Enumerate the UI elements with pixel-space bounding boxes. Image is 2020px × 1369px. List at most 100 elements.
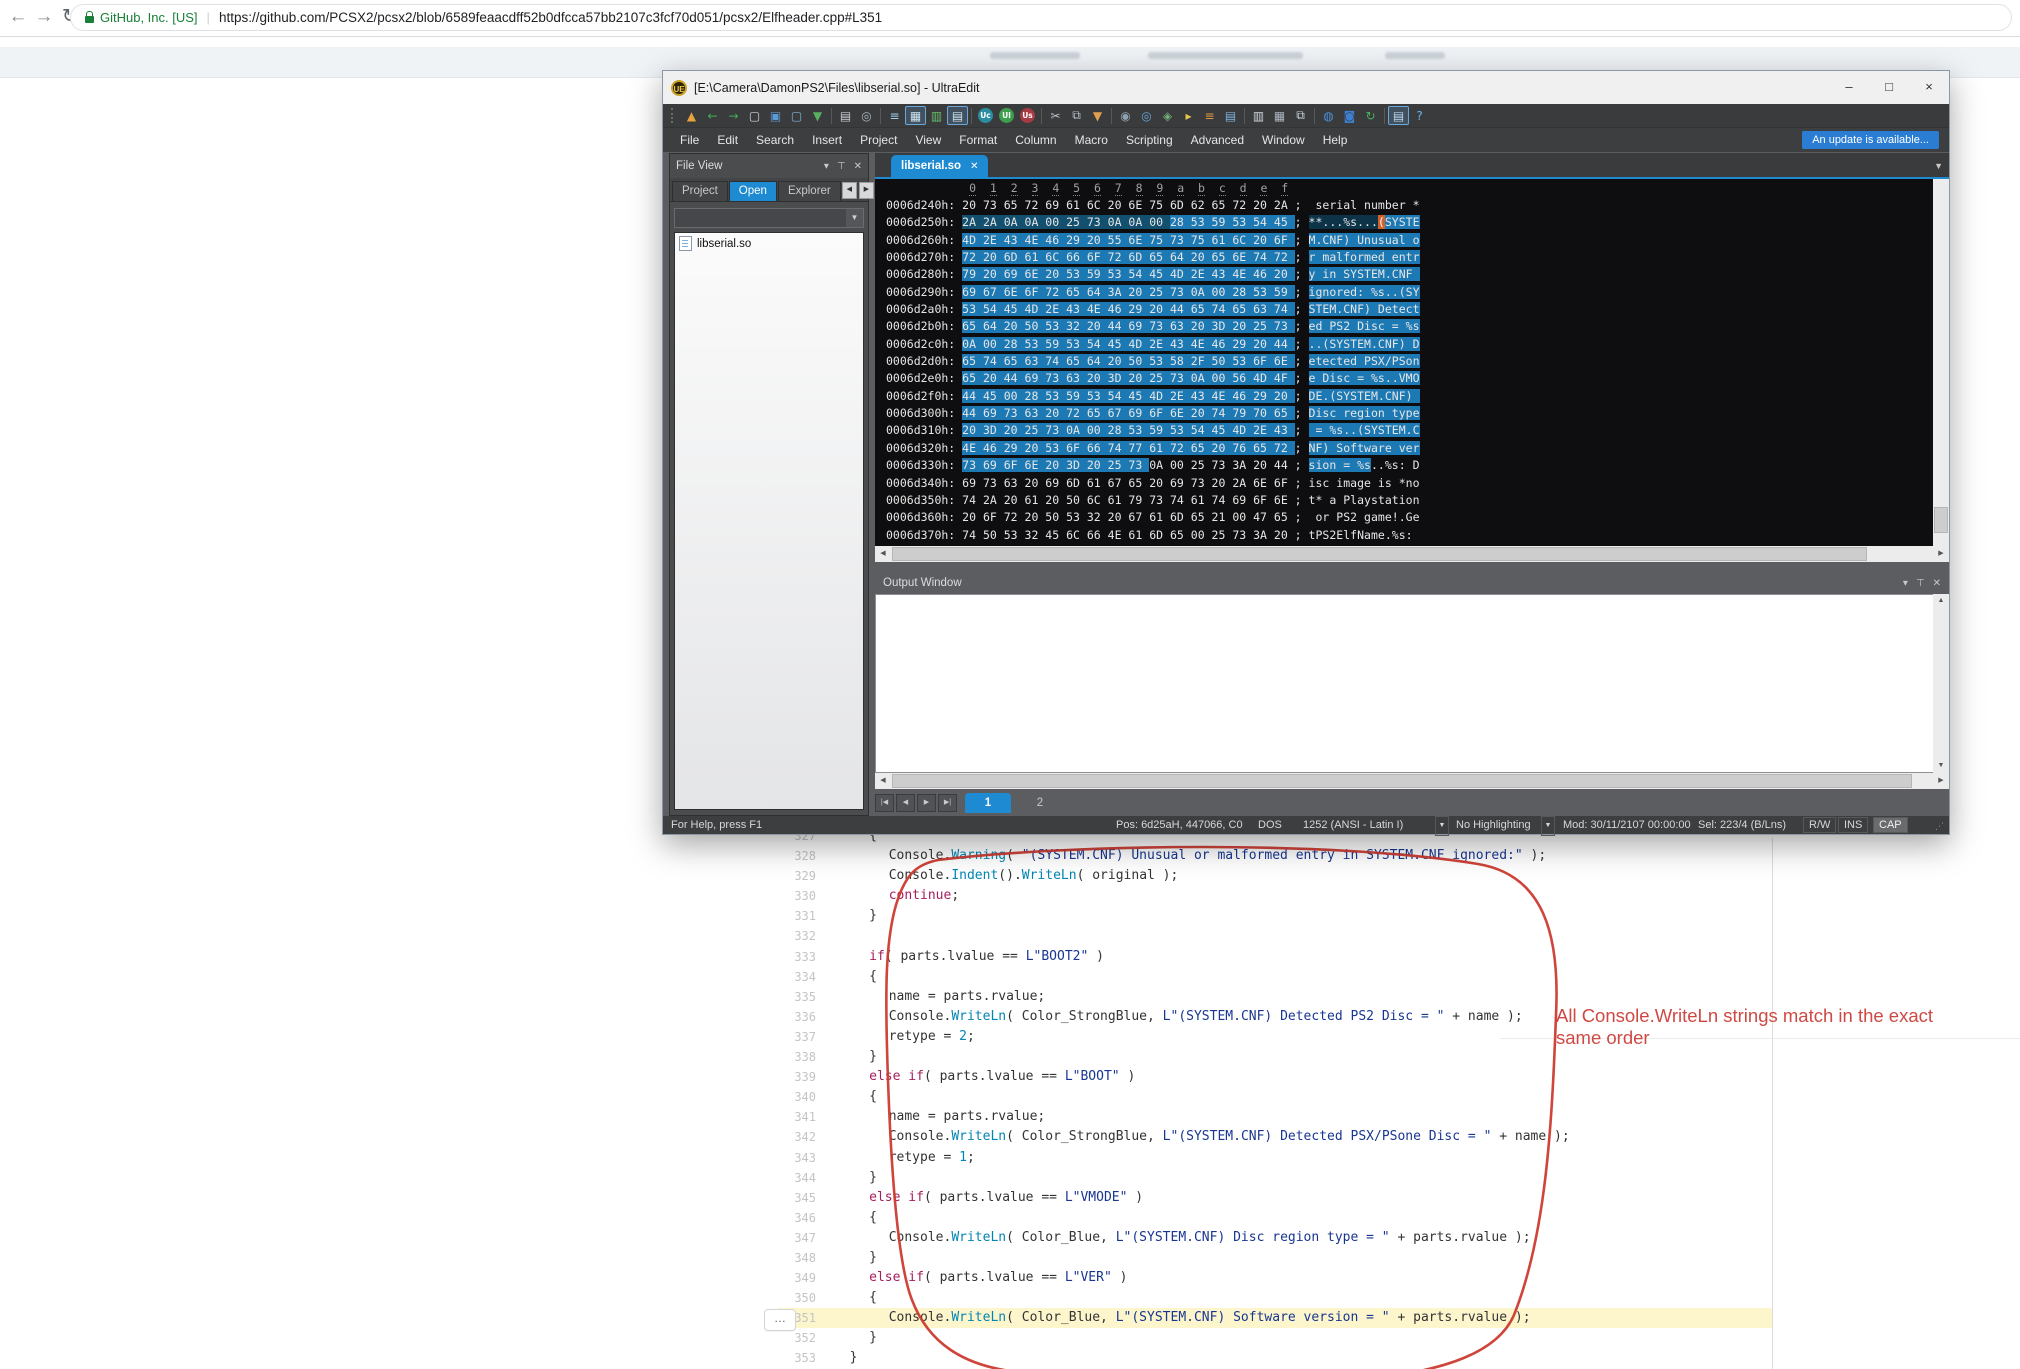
- hex-row[interactable]: 0006d2d0h: 65 74 65 63 74 65 64 20 50 53…: [886, 353, 1420, 370]
- line-number[interactable]: 342: [756, 1127, 816, 1147]
- page-nav-button[interactable]: ◀: [896, 794, 915, 812]
- status-encoding[interactable]: 1252 (ANSI - Latin I): [1303, 816, 1403, 834]
- replace-icon[interactable]: ◎: [1136, 106, 1157, 125]
- hex-row[interactable]: 0006d2a0h: 53 54 45 4D 2E 43 4E 46 29 20…: [886, 301, 1420, 318]
- address-bar[interactable]: GitHub, Inc. [US] | https://github.com/P…: [70, 4, 2012, 31]
- output-window-header[interactable]: Output Window ▾ ⊤ ✕: [875, 572, 1949, 594]
- hex-row[interactable]: 0006d340h: 69 73 63 20 69 6D 61 67 65 20…: [886, 475, 1420, 492]
- hex-row[interactable]: 0006d270h: 72 20 6D 61 6C 66 6F 72 6D 65…: [886, 249, 1420, 266]
- maximize-button[interactable]: □: [1869, 74, 1909, 101]
- minimize-button[interactable]: –: [1829, 74, 1869, 101]
- line-number[interactable]: 350: [756, 1288, 816, 1308]
- chevron-down-icon[interactable]: ▼: [846, 209, 863, 227]
- tab-libserial[interactable]: libserial.so ✕: [891, 155, 988, 177]
- lowercase-icon[interactable]: Ul: [996, 106, 1017, 125]
- close-panel-icon[interactable]: ✕: [854, 161, 862, 172]
- url-text[interactable]: https://github.com/PCSX2/pcsx2/blob/6589…: [219, 10, 882, 25]
- bookmark-icon[interactable]: ▸: [1178, 106, 1199, 125]
- resize-grip[interactable]: ⋰: [1935, 820, 1947, 832]
- tab-list-chevron-icon[interactable]: ▼: [1934, 161, 1943, 171]
- browser-back-icon[interactable]: ←: [6, 4, 30, 30]
- copy-icon[interactable]: ⧉: [1066, 106, 1087, 125]
- menu-macro[interactable]: Macro: [1066, 129, 1117, 151]
- line-number[interactable]: 328: [756, 846, 816, 866]
- pin-icon[interactable]: ⊤: [837, 161, 846, 172]
- find-icon[interactable]: ◉: [1115, 106, 1136, 125]
- hex-row[interactable]: 0006d370h: 74 50 53 32 45 6C 66 4E 61 6D…: [886, 527, 1420, 544]
- hex-row[interactable]: 0006d330h: 73 69 6F 6E 20 3D 20 25 73 0A…: [886, 457, 1420, 474]
- scroll-up-icon[interactable]: ▲: [1933, 594, 1949, 608]
- line-number[interactable]: 329: [756, 866, 816, 886]
- tab-scroll-left-icon[interactable]: ◀: [842, 182, 857, 199]
- scroll-right-icon[interactable]: ▶: [1933, 547, 1949, 561]
- fileview-tab-explorer[interactable]: Explorer: [778, 181, 841, 201]
- page-nav-button[interactable]: |◀: [875, 794, 894, 812]
- scroll-down-icon[interactable]: ▼: [1933, 759, 1949, 773]
- new-template-icon[interactable]: ▢: [786, 106, 807, 125]
- save-icon[interactable]: ▼: [807, 106, 828, 125]
- close-button[interactable]: ×: [1909, 74, 1949, 101]
- line-numbers-icon[interactable]: ▤: [947, 106, 968, 125]
- new-file-icon[interactable]: ▢: [744, 106, 765, 125]
- scroll-left-icon[interactable]: ◀: [875, 774, 891, 788]
- line-number[interactable]: 343: [756, 1148, 816, 1168]
- menu-format[interactable]: Format: [950, 129, 1006, 151]
- hex-row[interactable]: 0006d310h: 20 3D 20 25 73 0A 00 28 53 59…: [886, 422, 1420, 439]
- hex-row[interactable]: 0006d300h: 44 69 73 63 20 72 65 67 69 6F…: [886, 405, 1420, 422]
- menu-search[interactable]: Search: [747, 129, 803, 151]
- scrollbar-thumb[interactable]: [1934, 507, 1948, 533]
- hex-row[interactable]: 0006d2e0h: 65 20 44 69 73 63 20 3D 20 25…: [886, 370, 1420, 387]
- file-item[interactable]: libserial.so: [675, 233, 863, 254]
- encoding-chevron-icon[interactable]: ▼: [1435, 816, 1449, 836]
- page-nav-button[interactable]: ▶: [917, 794, 936, 812]
- line-number[interactable]: 340: [756, 1087, 816, 1107]
- menu-view[interactable]: View: [906, 129, 950, 151]
- output-window-body[interactable]: [875, 594, 1949, 773]
- hex-vertical-scrollbar[interactable]: [1933, 179, 1949, 546]
- update-available-button[interactable]: An update is available...: [1802, 131, 1939, 149]
- hex-mode-icon[interactable]: ▦: [905, 106, 926, 125]
- hex-row[interactable]: 0006d320h: 4E 46 29 20 53 6F 66 74 77 61…: [886, 440, 1420, 457]
- hex-row[interactable]: 0006d2f0h: 44 45 00 28 53 59 53 54 45 4D…: [886, 388, 1420, 405]
- tag-list-icon[interactable]: ▤: [1220, 106, 1241, 125]
- hex-row[interactable]: 0006d350h: 74 2A 20 61 20 50 6C 61 79 73…: [886, 492, 1420, 509]
- page-tab-2[interactable]: 2: [1017, 793, 1063, 813]
- print-icon[interactable]: ▤: [835, 106, 856, 125]
- line-number[interactable]: 334: [756, 967, 816, 987]
- compare-icon[interactable]: ▥: [1248, 106, 1269, 125]
- back-icon[interactable]: ←: [702, 106, 723, 125]
- fileview-tab-open[interactable]: Open: [729, 181, 777, 201]
- paste-icon[interactable]: ▼: [1087, 106, 1108, 125]
- line-number[interactable]: 348: [756, 1248, 816, 1268]
- hex-row[interactable]: 0006d250h: 2A 2A 0A 0A 00 25 73 0A 0A 00…: [886, 214, 1420, 231]
- cut-icon[interactable]: ✂: [1045, 106, 1066, 125]
- highlighting-chevron-icon[interactable]: ▼: [1541, 816, 1555, 836]
- hex-row[interactable]: 0006d260h: 4D 2E 43 4E 46 29 20 55 6E 75…: [886, 232, 1420, 249]
- file-view-header[interactable]: File View ▾ ⊤ ✕: [670, 154, 868, 178]
- swapcase-icon[interactable]: Us: [1017, 106, 1038, 125]
- expand-hunk-button[interactable]: …: [764, 1309, 796, 1331]
- menu-scripting[interactable]: Scripting: [1117, 129, 1182, 151]
- status-highlighting[interactable]: No Highlighting: [1456, 816, 1531, 834]
- line-number[interactable]: 335: [756, 987, 816, 1007]
- hex-row[interactable]: 0006d240h: 20 73 65 72 69 61 6C 20 6E 75…: [886, 197, 1420, 214]
- split-window-icon[interactable]: ▦: [1269, 106, 1290, 125]
- help-icon[interactable]: ?: [1409, 106, 1430, 125]
- line-number[interactable]: 338: [756, 1047, 816, 1067]
- open-recent-icon[interactable]: ▲: [681, 106, 702, 125]
- panel-menu-icon[interactable]: ▾: [824, 161, 829, 172]
- line-number[interactable]: 353: [756, 1348, 816, 1368]
- menu-help[interactable]: Help: [1314, 129, 1357, 151]
- tab-close-icon[interactable]: ✕: [970, 161, 978, 172]
- ftp-icon[interactable]: ◍: [1318, 106, 1339, 125]
- line-number[interactable]: 347: [756, 1228, 816, 1248]
- function-list-icon[interactable]: ≡: [1199, 106, 1220, 125]
- fileview-tab-project[interactable]: Project: [672, 181, 728, 201]
- security-label[interactable]: GitHub, Inc. [US]: [100, 10, 198, 25]
- hex-view-icon[interactable]: ▤: [1388, 106, 1409, 125]
- column-mode-icon[interactable]: ▥: [926, 106, 947, 125]
- menu-file[interactable]: File: [671, 129, 708, 151]
- hex-row[interactable]: 0006d2c0h: 0A 00 28 53 59 53 54 45 4D 2E…: [886, 336, 1420, 353]
- scrollbar-thumb[interactable]: [892, 547, 1867, 561]
- panel-menu-icon[interactable]: ▾: [1903, 578, 1908, 589]
